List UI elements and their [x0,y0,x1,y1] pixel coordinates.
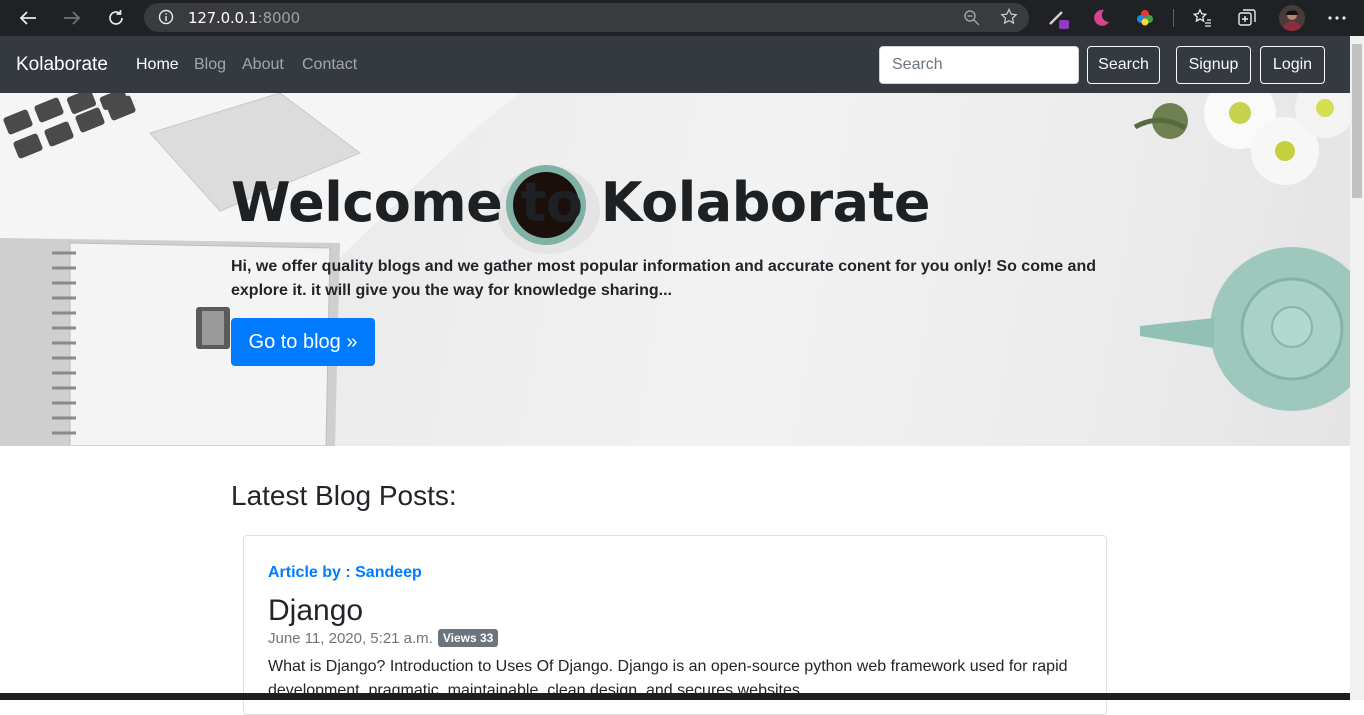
url-port: :8000 [257,9,300,27]
pen-extension-icon[interactable] [1047,8,1071,35]
teapot-illustration [1140,247,1350,411]
search-button[interactable]: Search [1087,46,1160,84]
address-bar[interactable]: 127.0.0.1:8000 [144,3,1029,32]
reload-icon[interactable] [101,4,131,32]
post-meta: June 11, 2020, 5:21 a.m. Views 33 [268,629,499,647]
favorites-icon[interactable] [1192,8,1212,33]
flowers-illustration [1133,93,1350,185]
browser-toolbar: 127.0.0.1:8000 [0,0,1364,36]
os-taskbar-edge [0,693,1350,700]
more-options-icon[interactable] [1327,8,1347,33]
brand-logo[interactable]: Kolaborate [16,54,108,76]
latest-posts-heading: Latest Blog Posts: [231,480,457,511]
nav-link-blog[interactable]: Blog [194,56,226,74]
nav-link-contact[interactable]: Contact [302,56,357,74]
url-host: 127.0.0.1 [188,9,258,27]
profile-avatar[interactable] [1279,5,1305,31]
hero-title: Welcome to Kolaborate [231,171,931,234]
favorite-star-icon[interactable] [1000,7,1018,31]
post-title[interactable]: Django [268,594,363,628]
back-icon[interactable] [13,4,43,32]
blog-post-card: Article by : Sandeep Django June 11, 202… [243,535,1107,715]
hero-description: Hi, we offer quality blogs and we gather… [231,258,1096,299]
hero-jumbotron: Welcome to Kolaborate Hi, we offer quali… [0,93,1350,446]
nav-link-about[interactable]: About [242,56,284,74]
login-button[interactable]: Login [1260,46,1325,84]
collections-icon[interactable] [1237,8,1257,33]
nav-link-home[interactable]: Home [136,56,179,74]
signup-button[interactable]: Signup [1176,46,1251,84]
views-badge: Views 33 [437,629,499,647]
post-date: June 11, 2020, 5:21 a.m. [268,629,433,647]
url-text: 127.0.0.1:8000 [188,9,300,27]
info-icon[interactable] [158,9,174,30]
zoom-icon[interactable] [963,9,981,32]
post-author[interactable]: Article by : Sandeep [268,564,422,582]
forward-icon[interactable] [57,4,87,32]
toolbar-divider [1173,9,1174,27]
search-input[interactable] [879,46,1079,84]
color-wheel-extension-icon[interactable] [1135,8,1155,33]
scrollbar-thumb[interactable] [1352,44,1362,198]
moon-extension-icon[interactable] [1091,8,1111,33]
site-navbar: Kolaborate Home Blog About Contact Searc… [0,36,1350,93]
go-to-blog-button[interactable]: Go to blog » [231,318,375,366]
